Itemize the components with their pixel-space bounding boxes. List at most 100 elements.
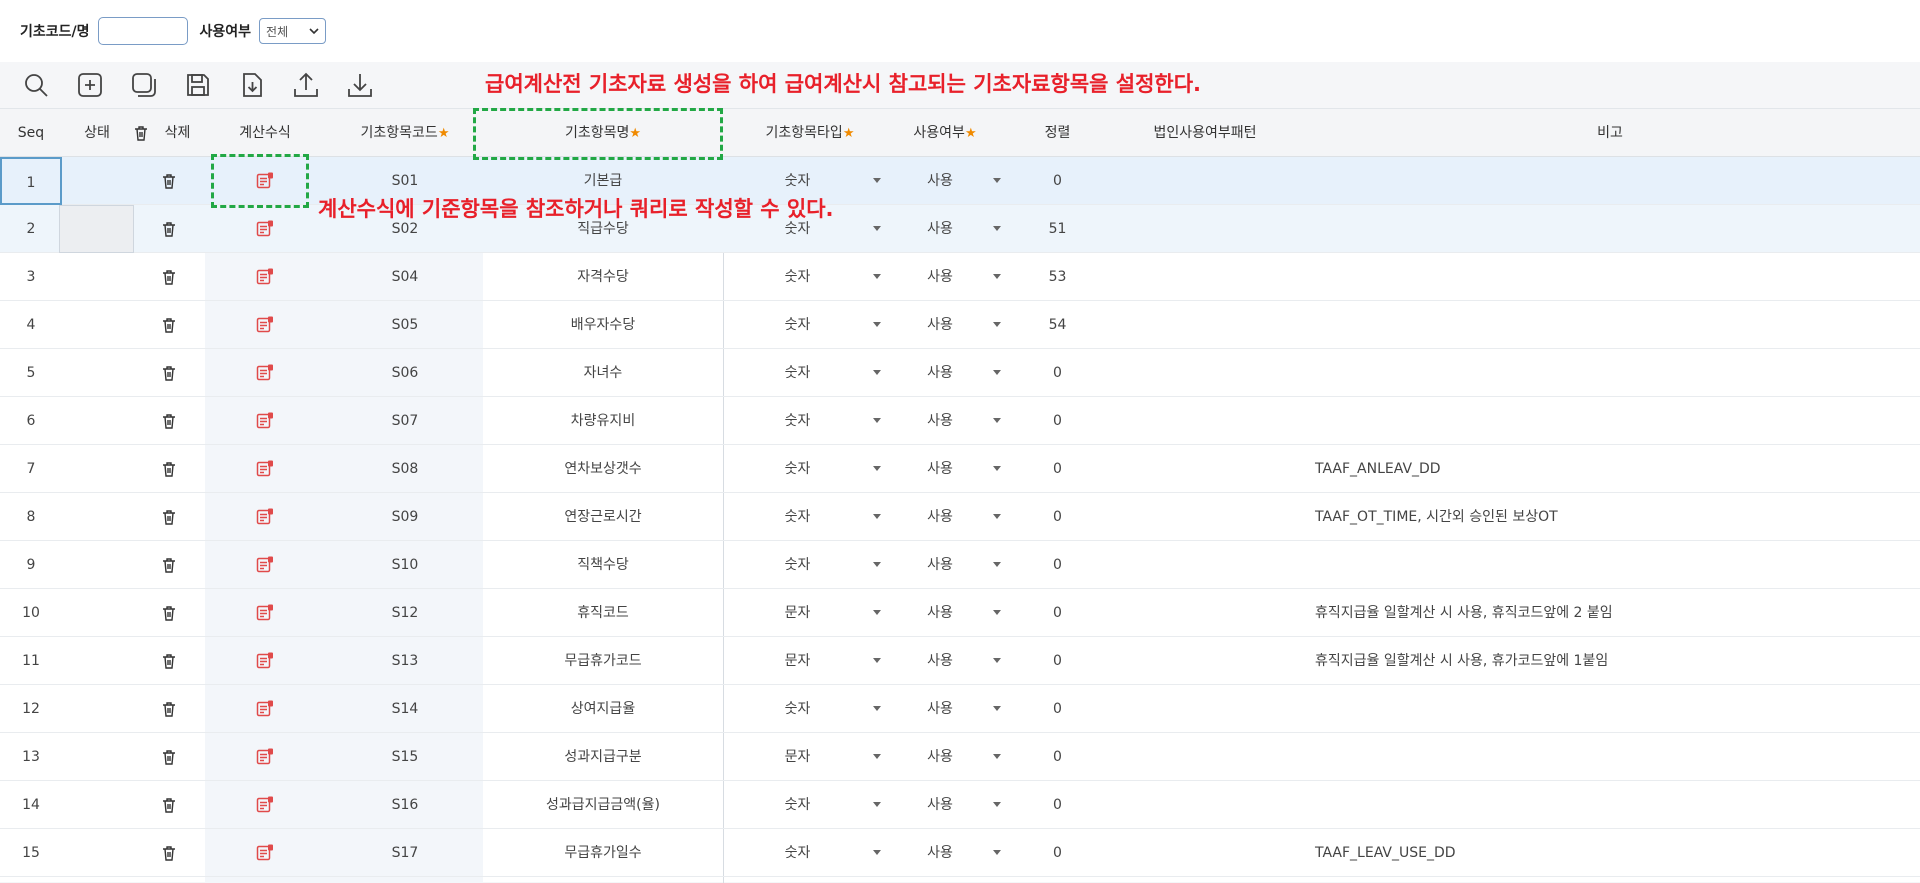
cell-code[interactable]: S12 <box>330 589 480 637</box>
cell-status[interactable] <box>62 349 132 397</box>
formula-edit-icon[interactable] <box>245 541 285 589</box>
trash-icon[interactable] <box>150 445 188 493</box>
formula-edit-icon[interactable] <box>245 301 285 349</box>
cell-type[interactable]: 숫자 <box>735 781 860 829</box>
cell-use[interactable]: 사용 <box>890 781 990 829</box>
chevron-down-icon[interactable] <box>873 466 881 471</box>
cell-pattern[interactable] <box>1110 349 1300 397</box>
cell-order[interactable]: 0 <box>1020 589 1095 637</box>
chevron-down-icon[interactable] <box>873 370 881 375</box>
cell-name[interactable]: 자격수당 <box>483 253 723 301</box>
cell-seq[interactable]: 2 <box>0 205 62 253</box>
chevron-down-icon[interactable] <box>993 610 1001 615</box>
cell-use[interactable]: 사용 <box>890 205 990 253</box>
cell-seq[interactable]: 11 <box>0 637 62 685</box>
cell-note[interactable] <box>1315 349 1915 397</box>
cell-name[interactable]: 차량유지비 <box>483 397 723 445</box>
table-row[interactable]: 11 S13 무급휴가코드 문자 사용 0 휴직지급율 일할계산 시 사용, 휴가코드앞에 … <box>0 637 1920 685</box>
cell-name[interactable]: 휴직코드 <box>483 589 723 637</box>
header-code[interactable]: 기초항목코드★ <box>330 109 480 157</box>
cell-type[interactable]: 숫자 <box>735 397 860 445</box>
cell-order[interactable]: 0 <box>1020 157 1095 205</box>
formula-edit-icon[interactable] <box>245 829 285 877</box>
trash-icon[interactable] <box>150 493 188 541</box>
cell-seq[interactable]: 12 <box>0 685 62 733</box>
chevron-down-icon[interactable] <box>993 322 1001 327</box>
chevron-down-icon[interactable] <box>993 706 1001 711</box>
cell-note[interactable] <box>1315 781 1915 829</box>
cell-order[interactable]: 0 <box>1020 349 1095 397</box>
cell-seq[interactable]: 4 <box>0 301 62 349</box>
cell-type[interactable]: 숫자 <box>735 301 860 349</box>
trash-icon[interactable] <box>150 349 188 397</box>
cell-note[interactable] <box>1315 397 1915 445</box>
table-row[interactable]: 9 S10 직책수당 숫자 사용 0 <box>0 541 1920 589</box>
trash-icon[interactable] <box>150 637 188 685</box>
trash-icon[interactable] <box>150 589 188 637</box>
cell-order[interactable]: 54 <box>1020 301 1095 349</box>
cell-note[interactable] <box>1315 733 1915 781</box>
chevron-down-icon[interactable] <box>873 802 881 807</box>
table-row[interactable]: 13 S15 성과지급구분 문자 사용 0 <box>0 733 1920 781</box>
cell-type[interactable]: 숫자 <box>735 541 860 589</box>
cell-type[interactable]: 숫자 <box>735 829 860 877</box>
cell-pattern[interactable] <box>1110 685 1300 733</box>
cell-note[interactable] <box>1315 301 1915 349</box>
cell-order[interactable]: 0 <box>1020 685 1095 733</box>
cell-seq[interactable]: 8 <box>0 493 62 541</box>
cell-note[interactable]: 휴직지급율 일할계산 시 사용, 휴직코드앞에 2 붙임 <box>1315 589 1915 637</box>
cell-note[interactable] <box>1315 685 1915 733</box>
chevron-down-icon[interactable] <box>993 562 1001 567</box>
cell-use[interactable]: 사용 <box>890 445 990 493</box>
upload-button[interactable] <box>290 69 322 101</box>
formula-edit-icon[interactable] <box>245 589 285 637</box>
chevron-down-icon[interactable] <box>873 562 881 567</box>
header-use[interactable]: 사용여부★ <box>890 109 1000 157</box>
trash-icon[interactable] <box>150 205 188 253</box>
cell-use[interactable]: 사용 <box>890 157 990 205</box>
cell-order[interactable]: 0 <box>1020 493 1095 541</box>
cell-code[interactable]: S05 <box>330 301 480 349</box>
cell-use[interactable]: 사용 <box>890 589 990 637</box>
cell-order[interactable]: 0 <box>1020 445 1095 493</box>
cell-order[interactable]: 0 <box>1020 637 1095 685</box>
cell-seq[interactable]: 7 <box>0 445 62 493</box>
formula-edit-icon[interactable] <box>245 397 285 445</box>
cell-code[interactable]: S17 <box>330 829 480 877</box>
formula-edit-icon[interactable] <box>245 349 285 397</box>
table-row[interactable]: 8 S09 연장근로시간 숫자 사용 0 TAAF_OT_TIME, 시간외 승인된 보상O… <box>0 493 1920 541</box>
cell-status[interactable] <box>62 733 132 781</box>
cell-status[interactable] <box>62 685 132 733</box>
chevron-down-icon[interactable] <box>873 322 881 327</box>
cell-note[interactable] <box>1315 253 1915 301</box>
cell-order[interactable]: 0 <box>1020 829 1095 877</box>
formula-edit-icon[interactable] <box>245 733 285 781</box>
cell-pattern[interactable] <box>1110 397 1300 445</box>
table-row[interactable]: 6 S07 차량유지비 숫자 사용 0 <box>0 397 1920 445</box>
cell-type[interactable]: 숫자 <box>735 685 860 733</box>
cell-note[interactable] <box>1315 541 1915 589</box>
cell-code[interactable]: S07 <box>330 397 480 445</box>
cell-name[interactable]: 상여지급율 <box>483 685 723 733</box>
cell-note[interactable]: TAAF_ANLEAV_DD <box>1315 445 1915 493</box>
cell-order[interactable]: 0 <box>1020 733 1095 781</box>
header-order[interactable]: 정렬 <box>1020 109 1095 157</box>
cell-order[interactable]: 0 <box>1020 541 1095 589</box>
cell-status[interactable] <box>62 397 132 445</box>
cell-code[interactable]: S14 <box>330 685 480 733</box>
cell-status[interactable] <box>62 637 132 685</box>
cell-code[interactable]: S08 <box>330 445 480 493</box>
chevron-down-icon[interactable] <box>993 658 1001 663</box>
cell-name[interactable]: 연장근로시간 <box>483 493 723 541</box>
formula-edit-icon[interactable] <box>245 781 285 829</box>
formula-edit-icon[interactable] <box>245 685 285 733</box>
cell-type[interactable]: 문자 <box>735 637 860 685</box>
chevron-down-icon[interactable] <box>873 514 881 519</box>
chevron-down-icon[interactable] <box>993 802 1001 807</box>
save-button[interactable] <box>182 69 214 101</box>
table-row[interactable]: 14 S16 성과급지급금액(율) 숫자 사용 0 <box>0 781 1920 829</box>
cell-use[interactable]: 사용 <box>890 397 990 445</box>
cell-type[interactable]: 숫자 <box>735 349 860 397</box>
table-row[interactable]: 15 S17 무급휴가일수 숫자 사용 0 TAAF_LEAV_USE_DD <box>0 829 1920 877</box>
cell-seq[interactable]: 10 <box>0 589 62 637</box>
